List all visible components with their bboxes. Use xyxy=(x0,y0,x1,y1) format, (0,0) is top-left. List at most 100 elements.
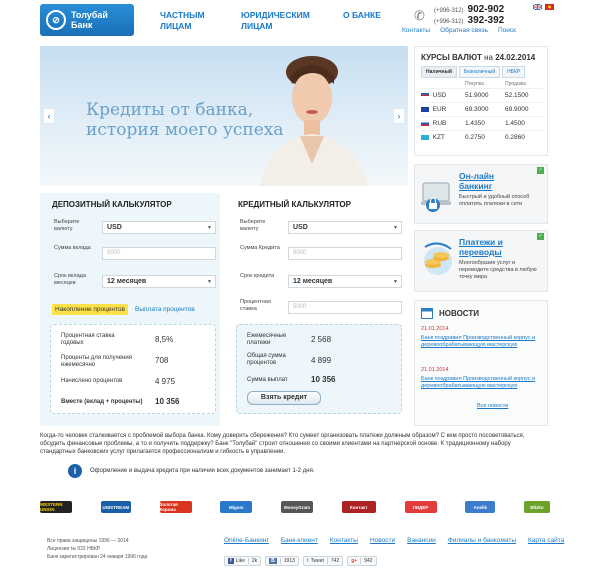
tab-payout[interactable]: Выплата процентов xyxy=(132,304,198,315)
footer-link[interactable]: Банк-клиент xyxy=(281,537,318,544)
about-text: Когда-то человек сталкивается с проблемо… xyxy=(40,433,525,455)
vk-share-button[interactable]: B 1913 xyxy=(265,556,299,566)
all-news-link[interactable]: Все новости xyxy=(477,403,508,410)
lock-laptop-icon xyxy=(421,182,451,212)
card-title[interactable]: переводы xyxy=(459,247,545,257)
calendar-icon xyxy=(421,308,433,319)
deposit-amount-input[interactable]: 5000 xyxy=(102,247,216,260)
card-title[interactable]: банкинг xyxy=(459,181,545,191)
phone-code: (+996-312) xyxy=(434,19,464,25)
ru-flag-icon xyxy=(421,120,429,126)
result-total: 10 356 xyxy=(311,375,336,384)
buy-rate: 1.4350 xyxy=(465,116,505,131)
chevron-down-icon: ▼ xyxy=(393,279,398,285)
nav-label: О БАНКЕ xyxy=(343,10,381,20)
term-select[interactable]: 12 месяцев ▼ xyxy=(102,275,216,288)
result-label: Ежемесячные платежи xyxy=(247,333,287,346)
rates-title: КУРСЫ ВАЛЮТ на 24.02.2014 xyxy=(421,53,547,62)
field-label: Срок вклада месяцев xyxy=(54,273,86,286)
tweet-button[interactable]: t Tweet 742 xyxy=(302,556,344,566)
partner-logo[interactable]: UNISTREAM xyxy=(100,501,131,513)
banner-next-button[interactable]: › xyxy=(394,109,404,123)
partner-logo[interactable]: MoneyGram xyxy=(281,501,313,513)
result-label: Вместе (вклад + проценты) xyxy=(61,399,143,405)
field-label: Выберите валюту xyxy=(240,219,266,232)
result-value: 4 975 xyxy=(155,377,176,386)
tab-noncash[interactable]: Безналичный xyxy=(458,66,501,78)
rates-row: RUB 1.4350 1.4500 xyxy=(421,116,545,131)
input-placeholder: 5000 xyxy=(107,250,121,256)
coin-icon: ⊘ xyxy=(46,10,66,30)
tab-nbkr[interactable]: НБКР xyxy=(502,66,526,78)
payments-card[interactable]: ✓ Платежи и переводы Многообразие услуг … xyxy=(414,230,548,292)
currency-cell: RUB xyxy=(421,116,465,131)
rates-date-prefix: на xyxy=(484,53,493,62)
col-header-buy: Покупка xyxy=(465,81,484,87)
credit-amount-input[interactable]: 5000 xyxy=(288,247,402,260)
currency-select[interactable]: USD ▼ xyxy=(102,221,216,234)
social-label: Like xyxy=(235,558,245,564)
online-banking-card[interactable]: ✓ Он-лайн банкинг Быстрый и удобный спос… xyxy=(414,164,548,224)
partner-logo[interactable]: Migom xyxy=(220,501,253,513)
rate-input[interactable]: 5000 xyxy=(288,301,402,314)
chevron-right-icon: › xyxy=(397,111,401,121)
sell-rate: 69.9000 xyxy=(505,102,545,117)
partner-logo[interactable]: WESTERN UNION xyxy=(40,501,72,513)
footer-link[interactable]: Филиалы и банкоматы xyxy=(448,537,516,544)
phone-icon: ✆ xyxy=(414,8,425,23)
footer-link[interactable]: Вакансии xyxy=(407,537,436,544)
footer-link[interactable]: Карта сайта xyxy=(528,537,564,544)
field-label: Выберите валюту xyxy=(54,219,80,232)
partner-logo[interactable]: Anelik xyxy=(465,501,496,513)
partner-logo[interactable]: Золотая Корона xyxy=(159,501,192,513)
brand-name-line1: Толубай xyxy=(71,10,108,20)
partner-logo[interactable]: ЛИДЕР xyxy=(404,501,437,513)
rates-title-text: КУРСЫ ВАЛЮТ xyxy=(421,53,482,62)
sell-rate: 1.4500 xyxy=(505,116,545,131)
news-date: 21.01.2014 xyxy=(421,326,449,332)
term-select[interactable]: 12 месяцев ▼ xyxy=(288,275,402,288)
news-panel: НОВОСТИ 21.01.2014 Банк поздравил Произв… xyxy=(414,300,548,426)
link-feedback[interactable]: Обратная связь xyxy=(440,27,488,34)
currency-cell: USD xyxy=(421,88,465,103)
card-text: Он-лайн банкинг Быстрый и удобный способ… xyxy=(459,171,545,208)
tab-cash[interactable]: Наличный xyxy=(421,66,457,78)
nav-about-bank[interactable]: О БАНКЕ xyxy=(343,10,381,21)
phone-number: 392-392 xyxy=(467,15,505,26)
rates-tabs: Наличный Безналичный НБКР xyxy=(421,66,547,78)
partner-logo[interactable]: Контакт xyxy=(341,501,376,513)
link-search[interactable]: Поиск xyxy=(498,27,516,34)
take-credit-button[interactable]: Взять кредит xyxy=(247,391,321,405)
brand-name-line2: Банк xyxy=(71,20,93,30)
news-item-link[interactable]: Банк поздравил Производственный корпус и… xyxy=(421,335,545,349)
social-count: 1913 xyxy=(279,558,295,564)
col-header xyxy=(421,80,465,89)
tab-accumulation[interactable]: Накопление процентов xyxy=(52,304,128,315)
bank-logo[interactable]: ⊘ Толубай Банк xyxy=(40,4,134,36)
nav-corporate-clients[interactable]: ЮРИДИЧЕСКИМ ЛИЦАМ xyxy=(241,10,310,32)
kg-flag-icon[interactable] xyxy=(545,4,554,10)
copyright-line: Все права защищены 1996 — 2014 xyxy=(47,538,129,544)
card-title[interactable]: Он-лайн xyxy=(459,171,545,181)
nav-private-clients[interactable]: ЧАСТНЫМ ЛИЦАМ xyxy=(160,10,205,32)
google-plus-button[interactable]: g+ 942 xyxy=(347,556,377,566)
card-title[interactable]: Платежи и xyxy=(459,237,545,247)
currency-code: KZT xyxy=(432,134,445,142)
currency-select[interactable]: USD ▼ xyxy=(288,221,402,234)
phone-row: (+996-312) 902-902 xyxy=(434,4,514,15)
nav-label: ЛИЦАМ xyxy=(160,21,192,31)
uk-flag-icon[interactable] xyxy=(533,4,542,10)
facebook-like-button[interactable]: f Like 2k xyxy=(224,556,262,566)
banner-prev-button[interactable]: ‹ xyxy=(44,109,54,123)
news-item-link[interactable]: Банк поздравил Производственный корпус и… xyxy=(421,376,545,390)
rates-date: 24.02.2014 xyxy=(495,53,536,62)
vk-icon: B xyxy=(269,558,277,564)
partner-logo[interactable]: Blizko xyxy=(524,501,550,513)
buy-rate: 51.9000 xyxy=(465,88,505,103)
twitter-icon: t xyxy=(306,558,309,564)
footer-link[interactable]: Online-Банкинг xyxy=(224,537,269,544)
footer-link[interactable]: Новости xyxy=(370,537,395,544)
chevron-left-icon: ‹ xyxy=(47,111,51,121)
link-contacts[interactable]: Контакты xyxy=(402,27,430,34)
footer-link[interactable]: Контакты xyxy=(330,537,358,544)
